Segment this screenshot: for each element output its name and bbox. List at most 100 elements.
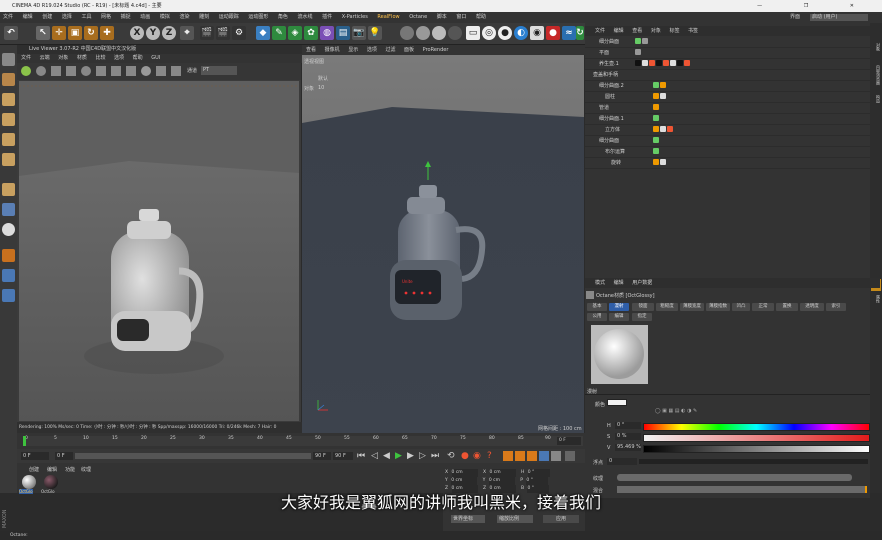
lv-menu-options[interactable]: 选项 — [114, 55, 124, 61]
vp-menu-options[interactable]: 选项 — [367, 47, 377, 53]
workplane-icon[interactable] — [2, 93, 15, 106]
object-row[interactable]: 立方体 — [585, 125, 870, 136]
rotate-icon[interactable]: ↻ — [84, 26, 98, 40]
float-field[interactable]: 0 — [607, 458, 637, 465]
key-position-icon[interactable] — [503, 451, 513, 461]
model-mode-icon[interactable] — [2, 53, 15, 66]
menu-create[interactable]: 创建 — [42, 14, 52, 20]
timeline-ruler[interactable]: 0 5 10 15 20 25 30 35 40 45 50 55 60 65 … — [23, 436, 583, 446]
texture-slot[interactable] — [617, 474, 852, 481]
menu-tools[interactable]: 工具 — [81, 14, 91, 20]
focus-pick-icon[interactable] — [156, 66, 166, 76]
menu-sculpt[interactable]: 雕刻 — [199, 14, 209, 20]
end-range-field[interactable]: 90 F — [313, 452, 331, 460]
current-frame-field[interactable]: 0 F — [557, 437, 581, 445]
tab-specular[interactable]: 镜面 — [632, 303, 654, 311]
octane-sphere-icon-4[interactable] — [448, 26, 462, 40]
tab-film-width[interactable]: 薄膜宽度 — [680, 303, 704, 311]
menu-script[interactable]: 脚本 — [437, 14, 447, 20]
key-pla-icon[interactable] — [551, 451, 561, 461]
loop-icon[interactable]: ⟲ — [447, 451, 455, 461]
lv-menu-cloud[interactable]: 云端 — [40, 55, 50, 61]
menu-window[interactable]: 窗口 — [456, 14, 466, 20]
playhead[interactable] — [23, 436, 26, 446]
key-scale-icon[interactable] — [515, 451, 525, 461]
om-menu-edit[interactable]: 编辑 — [614, 28, 624, 34]
autokey-icon[interactable]: ◉ — [473, 451, 481, 461]
color-swatch[interactable] — [607, 399, 627, 406]
saturation-slider[interactable] — [643, 434, 870, 442]
go-to-end-icon[interactable]: ⏭ — [431, 451, 439, 461]
mm-menu-create[interactable]: 创建 — [29, 466, 39, 473]
om-menu-objects[interactable]: 对象 — [651, 28, 661, 34]
coord-scale-dropdown[interactable]: 缩放比例 — [497, 515, 533, 523]
edges-mode-icon[interactable] — [2, 133, 15, 146]
object-row[interactable]: 圆柱 — [585, 92, 870, 103]
object-row[interactable]: 平面 — [585, 48, 870, 59]
next-key-icon[interactable]: ▷ — [419, 451, 426, 461]
hue-field[interactable]: 0 ° — [615, 422, 641, 429]
menu-mograph[interactable]: 运动图形 — [248, 14, 268, 20]
tab-opacity[interactable]: 透明度 — [800, 303, 824, 311]
key-rotation-icon[interactable] — [527, 451, 537, 461]
cube-primitive-icon[interactable]: ◆ — [256, 26, 270, 40]
tab-roughness[interactable]: 粗糙度 — [656, 303, 678, 311]
channel-dropdown[interactable]: PT — [201, 66, 237, 75]
lv-menu-file[interactable]: 文件 — [21, 55, 31, 61]
tab-common[interactable]: 公用 — [587, 313, 607, 321]
octane-target-icon[interactable]: ◎ — [482, 26, 496, 40]
vp-menu-camera[interactable]: 摄像机 — [325, 47, 340, 53]
value-slider[interactable] — [643, 445, 870, 453]
perspective-viewport[interactable]: Unite 透视视图 默认 对象 10 网格间距 : 100 cm — [302, 55, 584, 433]
vp-menu-filter[interactable]: 过滤 — [385, 47, 395, 53]
keyframe-selection-icon[interactable]: ? — [487, 451, 492, 461]
octane-material-icon[interactable]: ▭ — [466, 26, 480, 40]
refresh-render-icon[interactable] — [36, 66, 46, 76]
lv-menu-material[interactable]: 材质 — [77, 55, 87, 61]
snap-icon[interactable] — [2, 223, 15, 236]
octane-sphere-icon-1[interactable] — [400, 26, 414, 40]
material-pick-icon[interactable] — [141, 66, 151, 76]
tab-normal[interactable]: 正常 — [752, 303, 774, 311]
previous-frame-icon[interactable]: ◀ — [383, 451, 390, 461]
pen-spline-icon[interactable]: ✎ — [272, 26, 286, 40]
lv-menu-compare[interactable]: 比较 — [95, 55, 105, 61]
pause-icon[interactable] — [51, 66, 61, 76]
menu-select[interactable]: 选择 — [62, 14, 72, 20]
timeline-menu-icon[interactable] — [565, 451, 575, 461]
coord-position-y[interactable]: 0 cm — [451, 477, 478, 485]
octane-sphere-icon-3[interactable] — [432, 26, 446, 40]
menu-plugins[interactable]: 插件 — [322, 14, 332, 20]
maximize-button[interactable]: ❐ — [804, 3, 828, 9]
render-picture-viewer-icon[interactable]: 🎬 — [216, 26, 230, 40]
previous-key-icon[interactable]: ◁ — [371, 451, 378, 461]
tab-diffuse[interactable]: 漫射 — [609, 303, 629, 311]
start-frame-field[interactable]: 0 F — [21, 452, 49, 460]
menu-motion-tracking[interactable]: 运动跟踪 — [219, 14, 239, 20]
stop-icon[interactable] — [66, 66, 76, 76]
render-view-icon[interactable]: 🎬 — [200, 26, 214, 40]
grid-icon[interactable] — [2, 269, 15, 282]
om-menu-tags[interactable]: 标签 — [669, 28, 679, 34]
python-icon[interactable]: ≈ — [562, 26, 576, 40]
lv-menu-help[interactable]: 帮助 — [133, 55, 143, 61]
record-icon[interactable]: ● — [546, 26, 560, 40]
close-button[interactable]: ✕ — [850, 3, 874, 9]
lock-resolution-icon[interactable] — [111, 66, 121, 76]
solo-icon[interactable] — [2, 289, 15, 302]
tab-film-index[interactable]: 薄膜指数 — [706, 303, 730, 311]
tab-objects[interactable]: 对象 — [871, 43, 881, 63]
record-keys-icon[interactable]: ● — [461, 451, 469, 461]
floor-environment-icon[interactable]: ▤ — [336, 26, 350, 40]
move-icon[interactable]: ✛ — [52, 26, 66, 40]
menu-snap[interactable]: 捕捉 — [121, 14, 131, 20]
minimize-button[interactable]: — — [757, 3, 782, 9]
hue-slider[interactable] — [643, 423, 870, 431]
texture-mode-icon[interactable] — [2, 73, 15, 86]
object-row[interactable]: 壶盖和手柄 — [585, 70, 870, 81]
coordinate-system-icon[interactable]: ⌖ — [180, 26, 194, 40]
menu-edit[interactable]: 编辑 — [23, 14, 33, 20]
apply-button[interactable]: 应用 — [543, 515, 579, 523]
render-start-icon[interactable] — [21, 66, 31, 76]
tab-structure[interactable]: 构造 — [871, 95, 881, 109]
